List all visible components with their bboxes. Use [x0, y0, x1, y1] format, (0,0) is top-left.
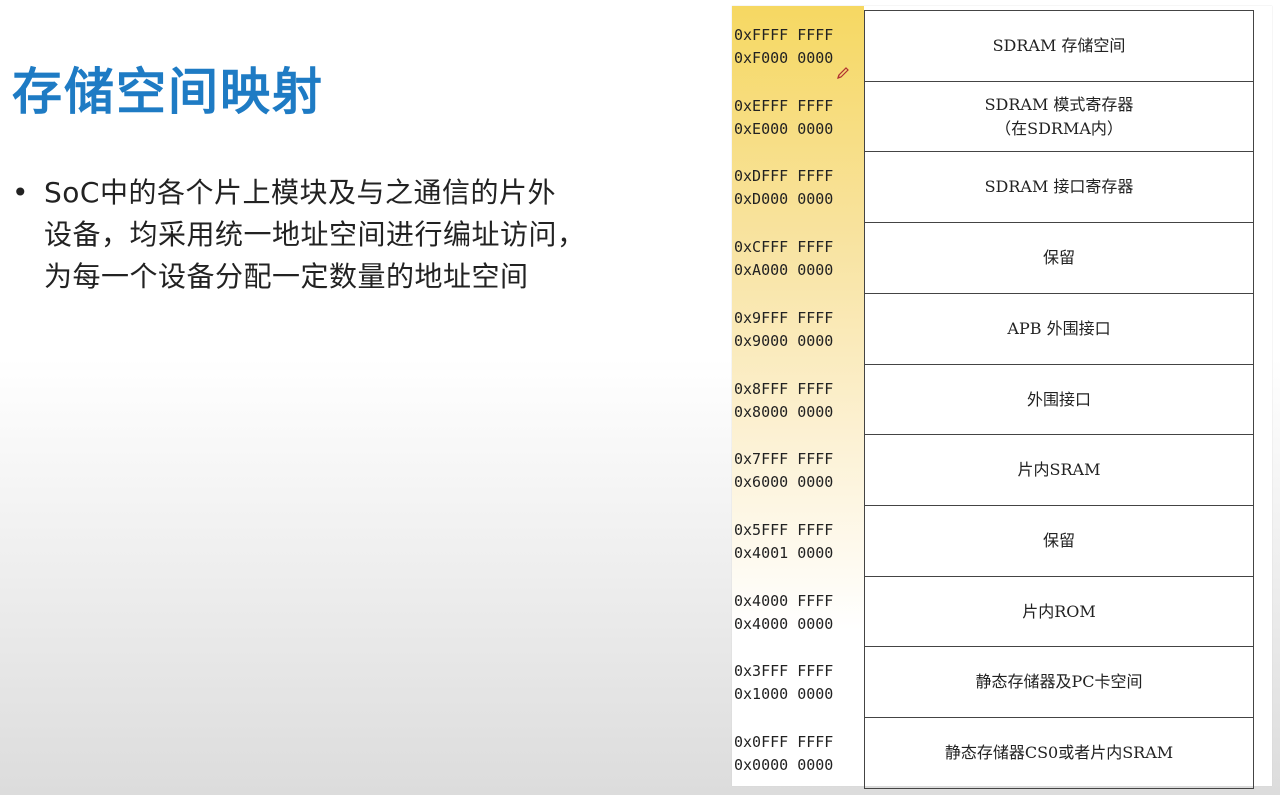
memory-map-row: 0xEFFF FFFF 0xE000 0000 SDRAM 模式寄存器 （在SDRMA…	[732, 80, 1254, 152]
memory-region-label: 片内SRAM	[1017, 460, 1101, 480]
memory-map-row: 0x9FFF FFFF 0x9000 0000 APB 外围接口	[732, 292, 1254, 364]
address-range: 0xEFFF FFFF 0xE000 0000	[734, 95, 862, 141]
address-range: 0xCFFF FFFF 0xA000 0000	[734, 236, 862, 282]
address-range: 0xFFFF FFFF 0xF000 0000	[734, 24, 862, 70]
address-range: 0x0FFF FFFF 0x0000 0000	[734, 731, 862, 777]
address-low: 0x1000 0000	[734, 685, 834, 704]
memory-map-row: 0xDFFF FFFF 0xD000 0000 SDRAM 接口寄存器	[732, 151, 1254, 223]
memory-region-label: 片内ROM	[1022, 601, 1096, 621]
bullet-line: 设备，均采用统一地址空间进行编址访问，	[44, 218, 586, 251]
bullet-item: • SoC中的各个片上模块及与之通信的片外 设备，均采用统一地址空间进行编址访问…	[8, 172, 658, 298]
address-high: 0xDFFF FFFF	[734, 167, 834, 186]
memory-region: SDRAM 存储空间	[864, 10, 1254, 81]
memory-region: SDRAM 模式寄存器 （在SDRMA内）	[864, 80, 1254, 152]
memory-map-diagram: 0xFFFF FFFF 0xF000 0000 SDRAM 存储空间 0xEFFF F…	[732, 6, 1272, 789]
memory-region: 片内SRAM	[864, 434, 1254, 506]
memory-map-row: 0xFFFF FFFF 0xF000 0000 SDRAM 存储空间	[732, 10, 1254, 81]
memory-map-row: 0x3FFF FFFF 0x1000 0000 静态存储器及PC卡空间	[732, 646, 1254, 718]
address-low: 0xE000 0000	[734, 119, 834, 138]
memory-map-row: 0x7FFF FFFF 0x6000 0000 片内SRAM	[732, 434, 1254, 506]
bullet-line: 为每一个设备分配一定数量的地址空间	[44, 260, 529, 293]
memory-region: APB 外围接口	[864, 292, 1254, 364]
bullet-dot-icon: •	[12, 176, 29, 209]
address-high: 0x8FFF FFFF	[734, 379, 834, 398]
memory-region-label: 静态存储器及PC卡空间	[975, 672, 1143, 692]
memory-map-row: 0x0FFF FFFF 0x0000 0000 静态存储器CS0或者片内SRAM	[732, 717, 1254, 789]
slide-title: 存储空间映射	[12, 63, 324, 121]
address-range: 0x7FFF FFFF 0x6000 0000	[734, 448, 862, 494]
address-high: 0xEFFF FFFF	[734, 96, 834, 115]
address-low: 0x4000 0000	[734, 614, 834, 633]
address-high: 0xFFFF FFFF	[734, 26, 834, 44]
memory-map-row: 0xCFFF FFFF 0xA000 0000 保留	[732, 222, 1254, 294]
memory-region: 外围接口	[864, 363, 1254, 435]
address-high: 0x7FFF FFFF	[734, 450, 834, 469]
memory-region: 静态存储器CS0或者片内SRAM	[864, 717, 1254, 789]
address-low: 0x0000 0000	[734, 756, 834, 774]
address-range: 0x4000 FFFF 0x4000 0000	[734, 590, 862, 636]
memory-region-label: APB 外围接口	[1007, 318, 1111, 338]
address-range: 0x9FFF FFFF 0x9000 0000	[734, 307, 862, 353]
address-low: 0xD000 0000	[734, 190, 834, 209]
address-range: 0x3FFF FFFF 0x1000 0000	[734, 660, 862, 706]
memory-map-row: 0x8FFF FFFF 0x8000 0000 外围接口	[732, 363, 1254, 435]
address-high: 0x3FFF FFFF	[734, 662, 834, 681]
memory-map-row: 0x5FFF FFFF 0x4001 0000 保留	[732, 504, 1254, 576]
address-low: 0xA000 0000	[734, 261, 834, 280]
memory-region-label: 静态存储器CS0或者片内SRAM	[944, 743, 1174, 762]
address-low: 0xF000 0000	[734, 49, 834, 67]
memory-region-label: SDRAM 存储空间	[992, 36, 1126, 55]
address-range: 0xDFFF FFFF 0xD000 0000	[734, 165, 862, 211]
address-high: 0x5FFF FFFF	[734, 520, 834, 539]
memory-map-row: 0x4000 FFFF 0x4000 0000 片内ROM	[732, 575, 1254, 647]
address-low: 0x9000 0000	[734, 331, 834, 350]
memory-region: 片内ROM	[864, 575, 1254, 647]
memory-region: 静态存储器及PC卡空间	[864, 646, 1254, 718]
memory-region-label: SDRAM 模式寄存器	[984, 94, 1134, 114]
memory-region: 保留	[864, 504, 1254, 576]
bullet-line: SoC中的各个片上模块及与之通信的片外	[44, 176, 556, 209]
address-high: 0x9FFF FFFF	[734, 308, 834, 327]
memory-region: SDRAM 接口寄存器	[864, 151, 1254, 223]
memory-region-label: 外围接口	[1026, 389, 1091, 409]
memory-region-note: （在SDRMA内）	[995, 118, 1123, 138]
memory-region: 保留	[864, 222, 1254, 294]
address-low: 0x4001 0000	[734, 543, 834, 562]
memory-region-label: SDRAM 接口寄存器	[984, 177, 1134, 197]
address-high: 0xCFFF FFFF	[734, 238, 834, 257]
memory-region-label: 保留	[1042, 248, 1075, 268]
memory-region-label: 保留	[1042, 530, 1075, 550]
bullet-text: SoC中的各个片上模块及与之通信的片外 设备，均采用统一地址空间进行编址访问， …	[44, 172, 644, 298]
address-range: 0x5FFF FFFF 0x4001 0000	[734, 519, 862, 565]
address-high: 0x0FFF FFFF	[734, 733, 834, 751]
address-low: 0x8000 0000	[734, 402, 834, 421]
address-range: 0x8FFF FFFF 0x8000 0000	[734, 378, 862, 424]
address-low: 0x6000 0000	[734, 473, 834, 492]
address-high: 0x4000 FFFF	[734, 591, 834, 610]
